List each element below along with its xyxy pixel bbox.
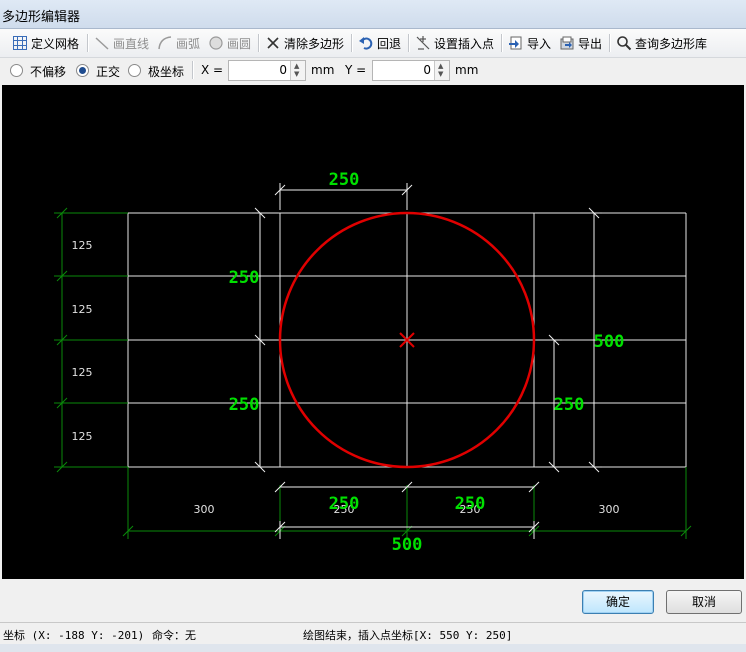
dim-bottom-left-value: 250 bbox=[329, 494, 360, 514]
ok-button[interactable]: 确定 bbox=[582, 590, 654, 614]
y-value: 0 bbox=[423, 63, 431, 77]
search-icon bbox=[616, 35, 632, 51]
clear-polygon-button[interactable]: 清除多边形 bbox=[265, 33, 344, 53]
x-input[interactable]: 0 ▲ ▼ bbox=[228, 60, 306, 81]
no-offset-radio[interactable] bbox=[10, 64, 23, 77]
clear-polygon-label: 清除多边形 bbox=[284, 36, 345, 51]
y-label: Y = bbox=[345, 63, 367, 77]
undo-label: 回退 bbox=[377, 36, 402, 51]
drawing-canvas[interactable]: 125 125 125 125 300 250 250 300 250 250 … bbox=[2, 85, 744, 579]
x-value: 0 bbox=[279, 63, 287, 77]
row-label-4: 125 bbox=[72, 430, 93, 443]
import-label: 导入 bbox=[527, 36, 552, 51]
dim-right-lower-value: 250 bbox=[554, 395, 585, 415]
row-label-2: 125 bbox=[72, 303, 93, 316]
draw-circle-label: 画圆 bbox=[227, 36, 252, 51]
dim-left-upper-value: 250 bbox=[229, 268, 260, 288]
title-bar: 多边形编辑器 bbox=[0, 0, 746, 29]
close-icon bbox=[265, 35, 281, 51]
polygon-drawing: 125 125 125 125 300 250 250 300 250 250 … bbox=[54, 170, 692, 555]
orthogonal-label: 正交 bbox=[96, 65, 121, 79]
insert-point-icon bbox=[415, 35, 431, 51]
define-grid-button[interactable]: 定义网格 bbox=[12, 33, 79, 53]
row-label-3: 125 bbox=[72, 366, 93, 379]
status-message: 绘图结束，插入点坐标[X: 550 Y: 250] bbox=[303, 629, 513, 642]
import-icon bbox=[508, 35, 524, 51]
window-title: 多边形编辑器 bbox=[2, 10, 81, 25]
polar-label: 极坐标 bbox=[148, 65, 185, 79]
query-library-button[interactable]: 查询多边形库 bbox=[616, 33, 707, 53]
dimension-lines bbox=[252, 183, 602, 539]
x-unit: mm bbox=[311, 63, 335, 77]
window-bottom-edge bbox=[0, 644, 746, 652]
x-label: X = bbox=[201, 63, 224, 77]
circle-icon bbox=[208, 35, 224, 51]
draw-line-button[interactable]: 画直线 bbox=[94, 33, 149, 53]
polar-radio[interactable] bbox=[128, 64, 141, 77]
arc-icon bbox=[157, 35, 173, 51]
draw-arc-label: 画弧 bbox=[176, 36, 201, 51]
dim-top-value: 250 bbox=[329, 170, 360, 190]
dim-right-value: 500 bbox=[594, 332, 625, 352]
define-grid-label: 定义网格 bbox=[31, 36, 80, 51]
dim-bottom-total-value: 500 bbox=[392, 535, 423, 555]
export-icon bbox=[559, 35, 575, 51]
set-insert-point-button[interactable]: 设置插入点 bbox=[415, 33, 494, 53]
export-label: 导出 bbox=[578, 36, 603, 51]
dim-bottom-right-value: 250 bbox=[455, 494, 486, 514]
col-label-1: 300 bbox=[194, 503, 215, 516]
y-spinner[interactable]: ▲ ▼ bbox=[434, 61, 449, 80]
dim-left-lower-value: 250 bbox=[229, 395, 260, 415]
undo-icon bbox=[358, 35, 374, 51]
y-input[interactable]: 0 ▲ ▼ bbox=[372, 60, 450, 81]
status-command: 命令：无 bbox=[152, 629, 196, 642]
x-spinner[interactable]: ▲ ▼ bbox=[290, 61, 305, 80]
orthogonal-radio[interactable] bbox=[76, 64, 89, 77]
grid-icon bbox=[12, 35, 28, 51]
query-library-label: 查询多边形库 bbox=[635, 36, 708, 51]
line-icon bbox=[94, 35, 110, 51]
options-bar: 不偏移 正交 极坐标 X = 0 ▲ ▼ mm Y = 0 ▲ ▼ mm bbox=[0, 58, 746, 84]
set-insert-point-label: 设置插入点 bbox=[434, 36, 495, 51]
y-unit: mm bbox=[455, 63, 479, 77]
draw-arc-button[interactable]: 画弧 bbox=[157, 33, 200, 53]
draw-circle-button[interactable]: 画圆 bbox=[208, 33, 251, 53]
cancel-button[interactable]: 取消 bbox=[666, 590, 742, 614]
toolbar: 定义网格 画直线 画弧 画圆 清除多边形 回退 设置插入点 导入 导出 查询多边… bbox=[0, 29, 746, 58]
col-label-4: 300 bbox=[599, 503, 620, 516]
export-button[interactable]: 导出 bbox=[559, 33, 602, 53]
row-label-1: 125 bbox=[72, 239, 93, 252]
no-offset-label: 不偏移 bbox=[30, 65, 67, 79]
status-bar: 坐标 (X: -188 Y: -201) 命令：无 绘图结束，插入点坐标[X: … bbox=[0, 622, 746, 645]
import-button[interactable]: 导入 bbox=[508, 33, 551, 53]
undo-button[interactable]: 回退 bbox=[358, 33, 401, 53]
status-coordinates: 坐标 (X: -188 Y: -201) bbox=[3, 629, 145, 642]
draw-line-label: 画直线 bbox=[113, 36, 150, 51]
